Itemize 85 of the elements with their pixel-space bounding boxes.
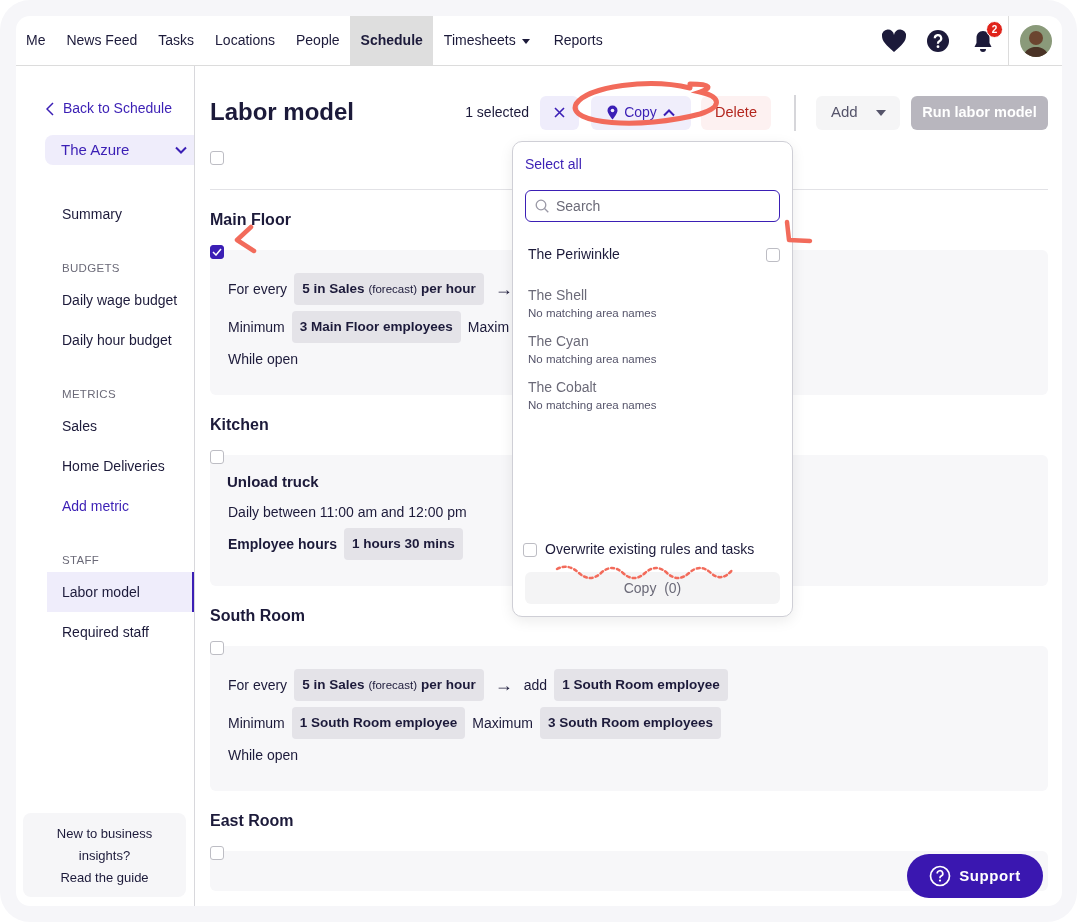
section-heading: METRICS (61, 387, 117, 402)
annotation-mark (234, 224, 257, 254)
select-all-link[interactable]: Select all (525, 154, 582, 174)
select-all-checkbox[interactable] (210, 151, 224, 165)
rule-text: add (523, 676, 548, 695)
location-name: The Shell (528, 286, 589, 305)
clear-button[interactable] (540, 95, 579, 130)
nav-tab[interactable]: News Feed (55, 16, 148, 65)
overwrite-label: Overwrite existing rules and tasks (545, 540, 755, 559)
overwrite-checkbox[interactable] (523, 542, 537, 557)
chevron-down-icon (175, 146, 187, 154)
close-icon (554, 107, 565, 118)
nav-tab[interactable]: Timesheets (433, 16, 544, 65)
annotation-mark (784, 219, 813, 244)
chevron-left-icon (46, 101, 54, 116)
sidebar-item[interactable]: Labor model (47, 572, 194, 612)
rule-value[interactable]: 5 in Sales (forecast) per hour (294, 669, 484, 701)
location-checkbox[interactable] (766, 247, 780, 262)
rule-text: Minimum (228, 714, 285, 733)
nav-tab[interactable]: Me (16, 16, 56, 65)
sidebar-item[interactable]: Daily hour budget (47, 320, 194, 360)
selection-count: 1 selected (465, 103, 529, 122)
caret-icon (876, 109, 886, 116)
bell-icon[interactable] (973, 29, 993, 52)
area-heading: Main Floor (210, 210, 292, 230)
nav-tab[interactable]: Reports (543, 16, 614, 65)
add-link[interactable]: Add metric (47, 486, 194, 526)
section-heading: STAFF (61, 553, 101, 568)
area-checkbox[interactable] (210, 846, 224, 860)
delete-button[interactable]: Delete (701, 95, 771, 130)
rule-value[interactable]: 3 Main Floor employees (291, 311, 461, 343)
sidebar-item[interactable]: Sales (47, 406, 194, 446)
rule-text: Maximum (472, 714, 533, 733)
back-link[interactable]: Back to Schedule (46, 98, 172, 119)
rule-value[interactable]: 1 South Room employee (291, 707, 466, 739)
section-heading: BUDGETS (61, 261, 121, 276)
help-text: New to business insights? (55, 825, 154, 865)
page-title: Labor model (210, 98, 354, 127)
location-select[interactable]: The Azure (45, 135, 194, 165)
task-title: Unload truck (227, 472, 320, 492)
pin-icon (607, 105, 619, 120)
support-button[interactable]: Support (907, 854, 1043, 898)
rule-text: Maxim (467, 318, 510, 337)
rule-value[interactable]: 5 in Sales (forecast) per hour (294, 273, 484, 305)
sidebar-item[interactable]: Summary (47, 194, 194, 234)
search-field[interactable]: Search (525, 190, 780, 222)
arrow-icon: → (494, 279, 513, 299)
area-checkbox[interactable] (210, 245, 224, 259)
rule-text: Daily between 11:00 am and 12:00 pm (228, 503, 467, 522)
help-icon[interactable] (927, 29, 949, 52)
rule-label: Employee hours (228, 535, 337, 554)
rule-value[interactable]: 1 South Room employee (554, 669, 728, 701)
nav-tab[interactable]: Locations (204, 16, 286, 65)
notification-badge: 2 (986, 20, 1003, 38)
sidebar-item[interactable]: Required staff (47, 612, 194, 652)
sidebar-item[interactable]: Home Deliveries (47, 446, 194, 486)
rule-text: While open (228, 350, 299, 369)
location-note: No matching area names (528, 352, 658, 367)
add-button[interactable]: Add (816, 95, 900, 130)
nav-tab[interactable]: Tasks (147, 16, 205, 65)
location-note: No matching area names (528, 398, 658, 413)
area-heading: Kitchen (210, 415, 270, 435)
guide-link[interactable]: Read the guide (60, 870, 149, 885)
rule-text: For every (228, 280, 288, 299)
rule-text: For every (228, 676, 288, 695)
nav-tab[interactable]: Schedule (350, 16, 434, 65)
area-heading: East Room (210, 811, 295, 831)
search-icon (535, 199, 549, 213)
rule-value[interactable]: 1 hours 30 mins (343, 528, 463, 560)
rule-text: While open (228, 746, 299, 765)
heart-icon[interactable] (881, 28, 907, 53)
rule-value[interactable]: 3 South Room employees (540, 707, 722, 739)
location-name: The Cobalt (528, 378, 598, 397)
help-icon (929, 865, 952, 887)
location-note: No matching area names (528, 306, 658, 321)
location-name: The Cyan (528, 332, 590, 351)
arrow-icon: → (494, 675, 513, 695)
rule-text: Minimum (228, 318, 285, 337)
sidebar-item[interactable]: Daily wage budget (47, 280, 194, 320)
area-checkbox[interactable] (210, 641, 224, 655)
area-checkbox[interactable] (210, 450, 224, 464)
nav-tab[interactable]: People (285, 16, 351, 65)
avatar[interactable] (1020, 24, 1052, 57)
area-heading: South Room (210, 606, 307, 626)
location-name: The Periwinkle (528, 245, 620, 264)
